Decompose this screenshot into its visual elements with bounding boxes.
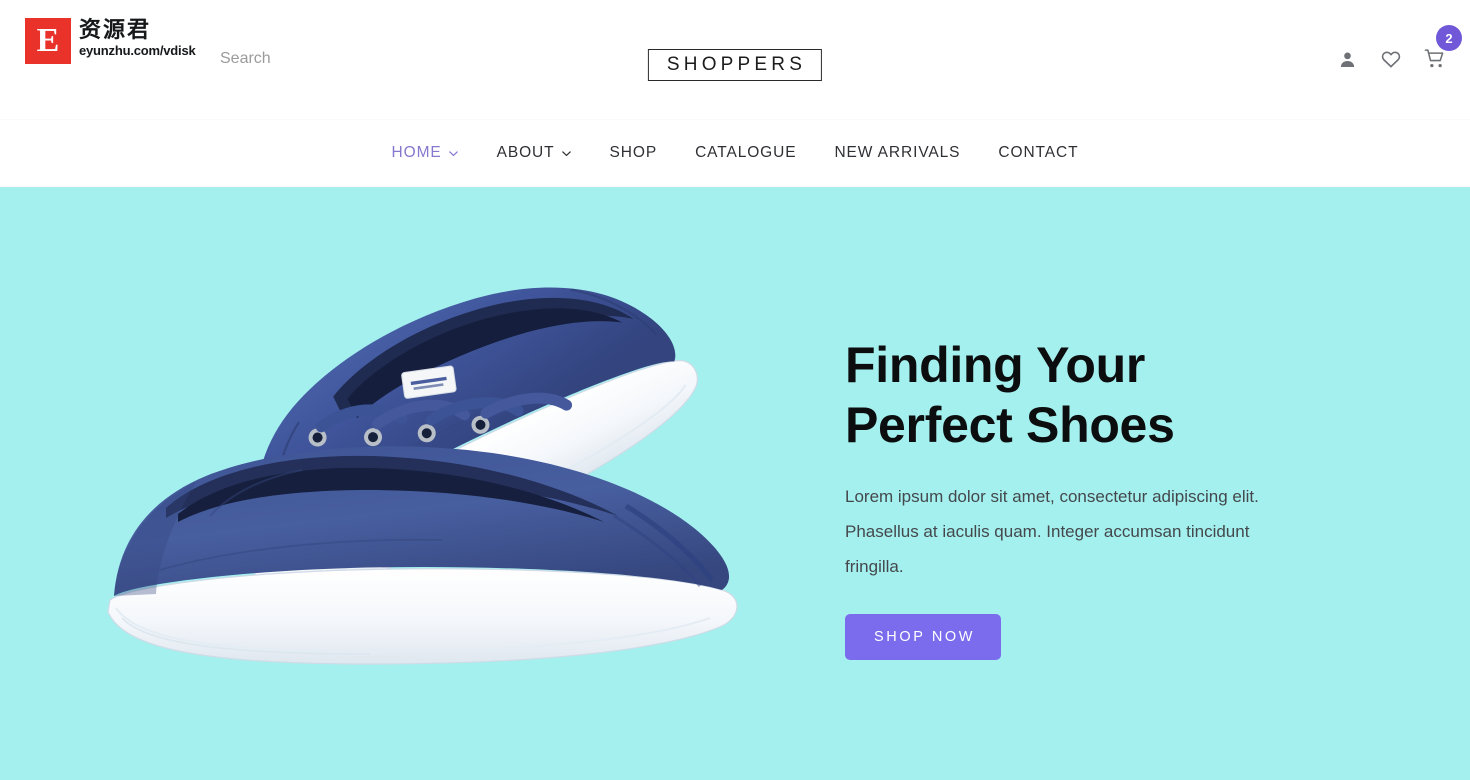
brand-url: eyunzhu.com/vdisk: [79, 43, 196, 58]
nav-item-shop-label: SHOP: [609, 144, 658, 161]
hero-title-line1: Finding Your: [845, 337, 1146, 393]
account-button[interactable]: [1334, 44, 1360, 74]
hero-product-image: [70, 232, 860, 732]
nav-item-new-arrivals[interactable]: NEW ARRIVALS: [815, 144, 979, 162]
wishlist-button[interactable]: [1378, 44, 1404, 74]
nav-item-new-arrivals-label: NEW ARRIVALS: [834, 144, 961, 161]
hero-title: Finding Your Perfect Shoes: [845, 335, 1315, 455]
logo-letter-e: E: [36, 22, 60, 59]
hero-text-block: Finding Your Perfect Shoes Lorem ipsum do…: [845, 335, 1315, 660]
header-actions: 2: [1334, 25, 1462, 74]
nav-item-contact-label: CONTACT: [998, 144, 1079, 161]
nav-item-shop[interactable]: SHOP: [591, 144, 677, 162]
search-input[interactable]: [220, 50, 400, 68]
navy-sneakers-illustration: [107, 287, 738, 665]
nav-item-catalogue-label: CATALOGUE: [695, 144, 797, 161]
nav-item-about[interactable]: ABOUT: [478, 144, 591, 162]
cart-button[interactable]: 2: [1422, 25, 1462, 74]
chevron-down-icon: [448, 148, 459, 159]
site-header: E 资源君 eyunzhu.com/vdisk SHOPPERS: [0, 0, 1470, 120]
nav-item-catalogue[interactable]: CATALOGUE: [676, 144, 815, 162]
logo-mark-inner: E: [34, 22, 62, 59]
site-logo[interactable]: SHOPPERS: [647, 49, 823, 81]
nav-item-home[interactable]: HOME: [373, 144, 478, 162]
nav-item-about-label: ABOUT: [496, 144, 555, 161]
shop-now-button[interactable]: SHOP NOW: [845, 614, 1002, 660]
cart-count-badge: 2: [1436, 25, 1462, 51]
site-logo-label: SHOPPERS: [666, 54, 807, 75]
hero-title-line2: Perfect Shoes: [845, 397, 1175, 453]
nav-item-home-label: HOME: [391, 144, 442, 161]
hero-banner: Finding Your Perfect Shoes Lorem ipsum do…: [0, 187, 1470, 780]
cart-icon: [1424, 48, 1446, 70]
eyunzhu-logo-mark: E: [25, 18, 71, 64]
main-navigation: HOME ABOUT SHOP CATALOGUE NEW ARRIVALS C…: [0, 120, 1470, 187]
brand-logo-text: 资源君 eyunzhu.com/vdisk: [79, 18, 196, 58]
chevron-down-icon: [561, 148, 572, 159]
heart-icon: [1380, 48, 1402, 70]
account-icon: [1338, 50, 1357, 69]
brand-logo[interactable]: E 资源君 eyunzhu.com/vdisk: [25, 18, 196, 64]
brand-name-chinese: 资源君: [79, 17, 152, 43]
hero-paragraph: Lorem ipsum dolor sit amet, consectetur …: [845, 487, 1259, 576]
nav-item-contact[interactable]: CONTACT: [979, 144, 1097, 162]
